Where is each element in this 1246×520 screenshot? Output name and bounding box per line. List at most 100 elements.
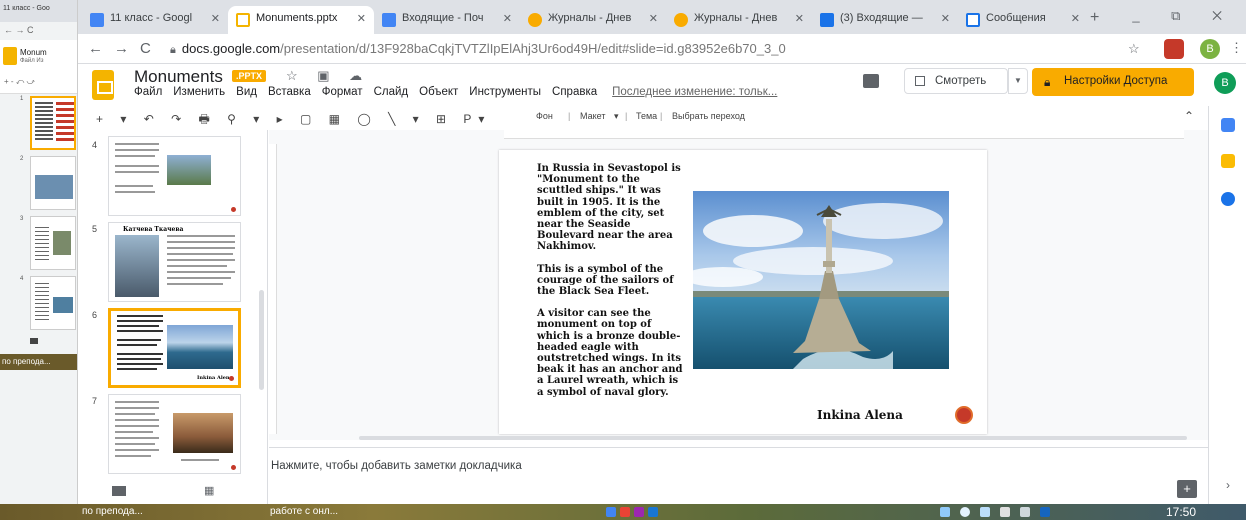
- close-icon[interactable]: ✕: [503, 12, 512, 25]
- horizontal-ruler[interactable]: [504, 130, 1184, 139]
- slide-thumbnail-5[interactable]: Катчева Ткачева: [108, 222, 241, 302]
- star-icon[interactable]: ☆: [1128, 41, 1140, 57]
- extension-icon[interactable]: [1164, 39, 1184, 59]
- vertical-ruler[interactable]: [269, 144, 277, 434]
- classroom-icon: [90, 13, 104, 27]
- tab-inbox[interactable]: Входящие - Поч ✕: [374, 6, 520, 34]
- canvas-scrollbar[interactable]: [359, 436, 1187, 440]
- address-bar: ← → C 🔒︎ docs.google.com/presentation/d/1…: [78, 34, 1246, 64]
- background-window[interactable]: 11 класс - Goo ← → C Monum Файл Из + - ⤺…: [0, 0, 78, 504]
- tray-icon[interactable]: [960, 507, 970, 517]
- slide-paragraph: In Russia in Sevastopol is "Monument to …: [537, 163, 681, 253]
- menu-view[interactable]: Вид: [236, 86, 257, 98]
- keep-icon[interactable]: [1221, 154, 1235, 168]
- toolbar-tools[interactable]: + ▾ ↶ ↷ 🖶 ⚲ ▾ ▸ ▢ ▦ ◯ ╲ ▾ ⊞ P▾: [96, 110, 491, 131]
- close-icon[interactable]: ✕: [357, 12, 366, 25]
- speaker-notes[interactable]: Нажмите, чтобы добавить заметки докладчи…: [269, 447, 1208, 504]
- theme-button[interactable]: Тема: [636, 111, 657, 121]
- tab-inbox-3[interactable]: (3) Входящие — ✕: [812, 6, 958, 34]
- close-icon[interactable]: ✕: [1071, 12, 1080, 25]
- thumb-title: Катчева Ткачева: [123, 226, 184, 233]
- menu-object[interactable]: Объект: [419, 86, 458, 98]
- slides-logo-icon[interactable]: [92, 70, 114, 100]
- explore-button[interactable]: +: [1177, 480, 1197, 498]
- tray-icon[interactable]: [940, 507, 950, 517]
- menu-file[interactable]: Файл: [134, 86, 162, 98]
- window-controls[interactable]: _ ⧉ ✕: [1132, 8, 1236, 24]
- share-button[interactable]: 🔒︎ Настройки Доступа: [1032, 68, 1194, 96]
- calendar-icon[interactable]: [1221, 118, 1235, 132]
- menu-help[interactable]: Справка: [552, 86, 597, 98]
- chevron-up-icon[interactable]: ⌃: [1184, 109, 1194, 123]
- slide-thumbnail-7[interactable]: [108, 394, 241, 474]
- close-icon[interactable]: ✕: [795, 12, 804, 25]
- slide-text-box[interactable]: In Russia in Sevastopol is "Monument to …: [537, 163, 687, 409]
- reload-icon[interactable]: C: [140, 40, 151, 57]
- tab-journal-1[interactable]: Журналы - Днев ✕: [520, 6, 666, 34]
- toolbar: + ▾ ↶ ↷ 🖶 ⚲ ▾ ▸ ▢ ▦ ◯ ╲ ▾ ⊞ P▾ Фон | Мак…: [78, 106, 1208, 130]
- grid-view-icon[interactable]: ▦: [204, 484, 214, 497]
- bg-toolbar: + - ⤺ ⤻: [0, 72, 77, 94]
- back-icon[interactable]: ←: [88, 40, 103, 57]
- app-icon[interactable]: [634, 507, 644, 517]
- close-icon[interactable]: ✕: [211, 12, 220, 25]
- menu-edit[interactable]: Изменить: [173, 86, 225, 98]
- mail-icon: [820, 13, 834, 27]
- tab-journal-2[interactable]: Журналы - Днев ✕: [666, 6, 812, 34]
- tab-classroom[interactable]: 11 класс - Googl ✕: [82, 6, 228, 34]
- taskbar: по препода... работе с онл... 17:50: [0, 504, 1246, 520]
- bg-thumb-3[interactable]: [30, 216, 76, 270]
- taskbar-item[interactable]: работе с онл...: [270, 506, 338, 517]
- chevron-right-icon[interactable]: ›: [1226, 478, 1230, 492]
- present-dropdown[interactable]: ▼: [1008, 68, 1028, 94]
- app-icon[interactable]: [606, 507, 616, 517]
- notes-placeholder: Нажмите, чтобы добавить заметки докладчи…: [271, 460, 522, 472]
- menu-insert[interactable]: Вставка: [268, 86, 311, 98]
- taskbar-item[interactable]: по препода...: [82, 506, 143, 517]
- tab-monuments[interactable]: Monuments.pptx ✕: [228, 6, 374, 34]
- url-field[interactable]: 🔒︎ docs.google.com/presentation/d/13F928b…: [170, 38, 1120, 60]
- menu-tools[interactable]: Инструменты: [469, 86, 541, 98]
- tasks-icon[interactable]: [1221, 192, 1235, 206]
- layout-button[interactable]: Макет: [580, 111, 605, 121]
- bg-tab[interactable]: 11 класс - Goo: [0, 0, 77, 22]
- background-button[interactable]: Фон: [536, 111, 553, 121]
- user-avatar[interactable]: B: [1214, 72, 1236, 94]
- bg-nav: ← → C: [4, 25, 34, 35]
- bg-thumb-2[interactable]: [30, 156, 76, 210]
- bg-taskbar-item[interactable]: по препода...: [0, 354, 77, 370]
- filmstrip-view-icon[interactable]: [112, 486, 126, 496]
- tray-icon[interactable]: [980, 507, 990, 517]
- filmstrip: 4 5 Катчева Ткачева 6 Inkina Alena 7: [78, 130, 268, 476]
- last-edit-link[interactable]: Последнее изменение: тольк...: [612, 86, 777, 98]
- profile-avatar[interactable]: B: [1200, 39, 1220, 59]
- comment-icon[interactable]: [863, 74, 879, 88]
- app-icon[interactable]: [648, 507, 658, 517]
- network-icon[interactable]: [1020, 507, 1030, 517]
- transition-button[interactable]: Выбрать переход: [672, 111, 745, 121]
- bg-thumb-4[interactable]: [30, 276, 76, 330]
- clock[interactable]: 17:50: [1166, 505, 1196, 519]
- new-tab-button[interactable]: +: [1090, 9, 1099, 27]
- menu-slide[interactable]: Слайд: [374, 86, 409, 98]
- present-button[interactable]: Смотреть: [904, 68, 1008, 94]
- slide-thumbnail-6[interactable]: Inkina Alena: [108, 308, 241, 388]
- slide-thumbnail-4[interactable]: [108, 136, 241, 216]
- close-icon[interactable]: ✕: [941, 12, 950, 25]
- close-icon[interactable]: ✕: [649, 12, 658, 25]
- journal-icon: [674, 13, 688, 27]
- filmstrip-scrollbar[interactable]: [259, 290, 264, 390]
- chrome-icon[interactable]: [620, 507, 630, 517]
- language-icon[interactable]: [1040, 507, 1050, 517]
- volume-icon[interactable]: [1000, 507, 1010, 517]
- current-slide[interactable]: In Russia in Sevastopol is "Monument to …: [499, 150, 987, 434]
- tab-messages[interactable]: Сообщения ✕: [958, 6, 1088, 34]
- document-title[interactable]: Monuments: [134, 67, 223, 87]
- bg-thumb-1[interactable]: [30, 96, 76, 150]
- grid-view-icon[interactable]: [30, 338, 38, 344]
- forward-icon[interactable]: →: [114, 40, 129, 57]
- menu-dots-icon[interactable]: ⋮: [1230, 40, 1243, 56]
- monument-photo[interactable]: [693, 191, 949, 369]
- menu-format[interactable]: Формат: [322, 86, 363, 98]
- title-icons[interactable]: ☆ ▣ ☁: [286, 68, 370, 84]
